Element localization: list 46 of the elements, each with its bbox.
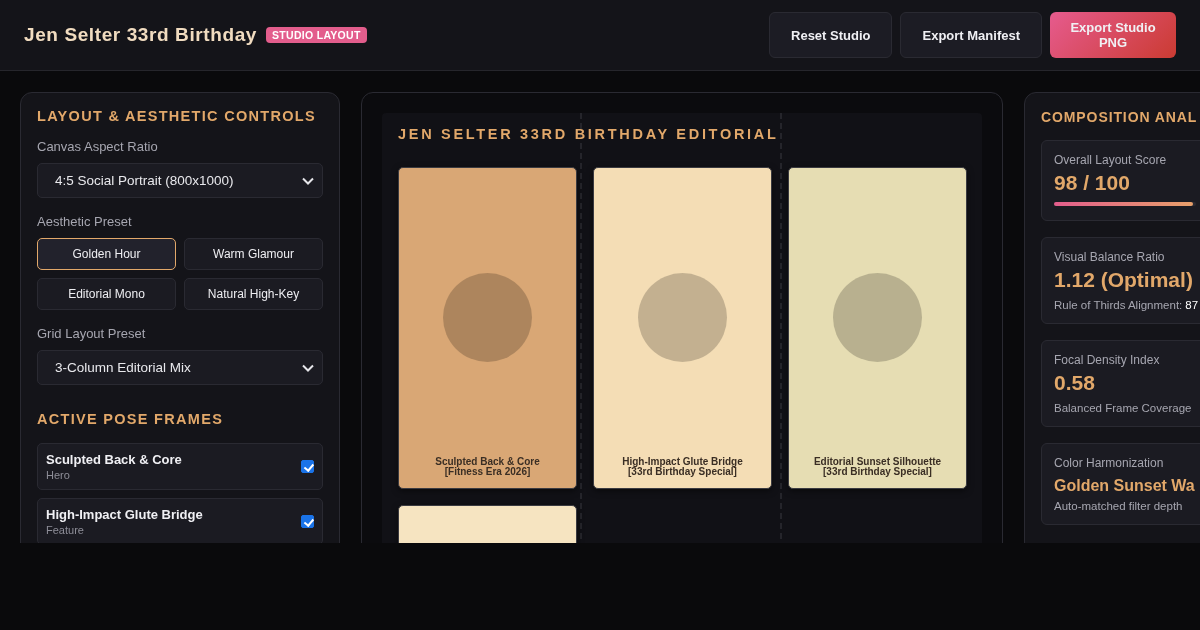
- metric-note: Rule of Thirds Alignment:: [1054, 299, 1183, 311]
- field-label: Canvas Aspect Ratio: [37, 139, 159, 154]
- canvas-title: JEN SELTER 33RD BIRTHDAY EDITORIAL: [398, 126, 780, 142]
- frame-caption: High-Impact Glute Bridge: [622, 457, 743, 467]
- metric-label: Visual Balance Ratio: [1054, 250, 1165, 264]
- panel-title: LAYOUT & AESTHETIC CONTROLS: [37, 108, 317, 124]
- frame-caption: [33rd Birthday Special]: [822, 467, 933, 477]
- dropdown[interactable]: 3-Column Editorial Mix: [37, 350, 323, 385]
- pose-row[interactable]: Sculpted Back & Core Hero: [37, 443, 323, 490]
- metric-note: Auto-matched filter depth: [1054, 500, 1183, 512]
- pose-name: Sculpted Back & Core: [46, 452, 182, 467]
- metric-note: Balanced Frame Coverage: [1054, 402, 1192, 414]
- preset-button[interactable]: Editorial Mono: [37, 278, 176, 310]
- dropdown[interactable]: 4:5 Social Portrait (800x1000): [37, 163, 323, 198]
- metric-label: Color Harmonization: [1054, 456, 1164, 470]
- checkbox[interactable]: [301, 460, 314, 473]
- pose-row[interactable]: High-Impact Glute Bridge Feature: [37, 498, 323, 543]
- checkbox[interactable]: [301, 515, 314, 528]
- header-button[interactable]: Reset Studio: [769, 12, 893, 58]
- chevron-icon: [302, 176, 314, 185]
- metric-value: 98 / 100: [1054, 170, 1130, 196]
- pose-name: High-Impact Glute Bridge: [46, 507, 203, 522]
- panel-title: COMPOSITION ANAL: [1041, 109, 1198, 125]
- preset-button[interactable]: Warm Glamour: [184, 238, 323, 270]
- export-png-button[interactable]: Export Studio PNG: [1050, 12, 1176, 58]
- metric-value: 0.58: [1054, 370, 1095, 396]
- field-label: Aesthetic Preset: [37, 214, 133, 229]
- frame-caption: Sculpted Back & Core: [435, 457, 540, 467]
- section-title: ACTIVE POSE FRAMES: [37, 411, 225, 427]
- frame-caption: [33rd Birthday Special]: [628, 467, 737, 477]
- frame-caption: Editorial Sunset Silhouette: [813, 457, 942, 467]
- studio-badge: STUDIO LAYOUT: [266, 27, 367, 43]
- metric-label: Focal Density Index: [1054, 353, 1160, 367]
- pose-role: Feature: [46, 524, 85, 536]
- frame-caption: [Fitness Era 2026]: [444, 467, 532, 477]
- app-title: Jen Selter 33rd Birthday: [24, 24, 257, 46]
- pose-role: Hero: [46, 469, 71, 481]
- metric-label: Overall Layout Score: [1054, 153, 1167, 167]
- field-label: Grid Layout Preset: [37, 326, 147, 341]
- metric-note-value: 87: [1185, 299, 1199, 311]
- header-button[interactable]: Export Manifest: [900, 12, 1042, 58]
- chevron-icon: [302, 363, 314, 372]
- metric-value: 1.12 (Optimal): [1054, 267, 1193, 293]
- preset-button[interactable]: Natural High-Key: [184, 278, 323, 310]
- preset-button[interactable]: Golden Hour: [37, 238, 176, 270]
- metric-value: Golden Sunset Wa: [1054, 476, 1195, 496]
